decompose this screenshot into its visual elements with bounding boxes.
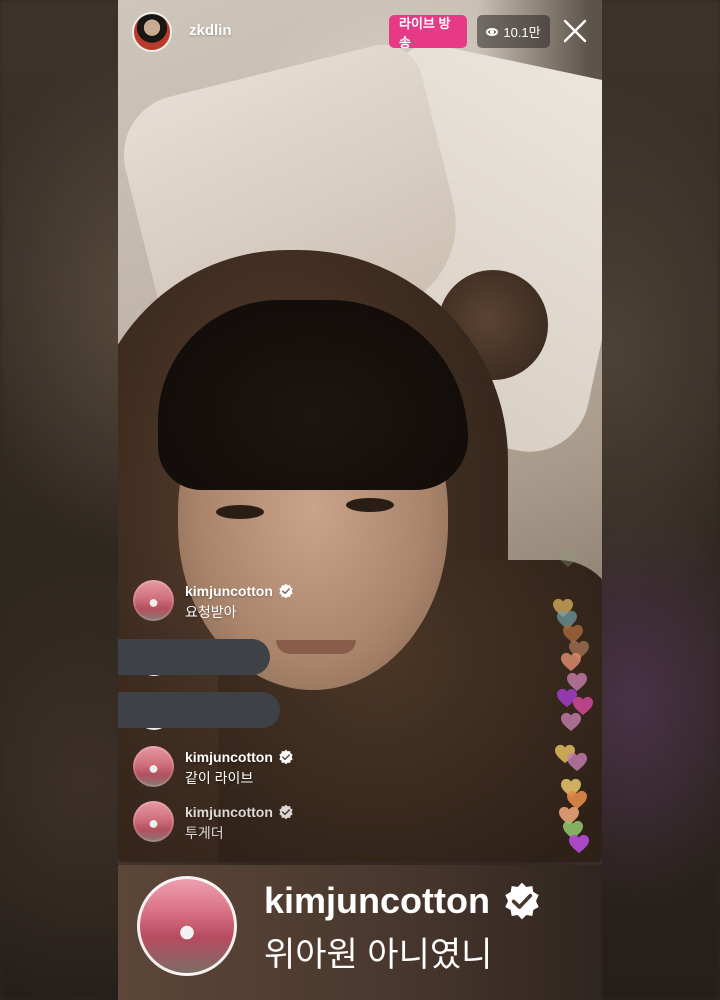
comment-item[interactable]: kimjuncotton 요청받아 [133, 580, 433, 624]
live-badge: 라이브 방송 [389, 15, 467, 50]
host-avatar[interactable] [132, 12, 172, 52]
comment-text: 투게더 [185, 825, 224, 841]
viewer-count: 10.1만 [503, 25, 541, 40]
eye-icon [486, 27, 499, 36]
redacted-comment [118, 639, 270, 675]
comment-username-row: kimjuncotton [185, 804, 294, 820]
heart-icon [561, 652, 581, 672]
avatar[interactable] [133, 580, 174, 621]
verified-badge-icon [279, 583, 293, 599]
comment-username: kimjuncotton [185, 749, 273, 765]
close-icon[interactable] [562, 18, 588, 44]
avatar[interactable] [133, 746, 174, 787]
banner-username-row: kimjuncotton [264, 880, 542, 922]
comment-item[interactable]: kimjuncotton 투게더 [133, 801, 433, 845]
comment-text: 같이 라이브 [185, 770, 254, 786]
backdrop-left [0, 0, 118, 1000]
comment-item[interactable]: kimjuncotton 같이 라이브 [133, 746, 433, 790]
comment-username: kimjuncotton [185, 583, 273, 599]
live-video[interactable] [118, 0, 602, 862]
backdrop-right [602, 0, 720, 1000]
viewer-count-pill[interactable]: 10.1만 [477, 15, 550, 48]
eye [216, 505, 264, 519]
comment-text: 요청받아 [185, 604, 237, 620]
verified-badge-icon [505, 882, 539, 920]
redacted-comment [118, 692, 280, 728]
heart-icon [558, 548, 578, 568]
comment-username-row: kimjuncotton [185, 583, 294, 599]
heart-icon [561, 712, 581, 732]
banner-comment-text: 위아원 아니였니 [264, 936, 493, 974]
avatar[interactable] [133, 801, 174, 842]
banner-username: kimjuncotton [264, 880, 490, 921]
host-username[interactable]: zkdlin [189, 22, 232, 39]
mouth [276, 640, 356, 654]
comment-username-row: kimjuncotton [185, 749, 294, 765]
heart-icon [569, 834, 589, 854]
eye [346, 498, 394, 512]
banner-avatar [137, 876, 237, 976]
comment-username: kimjuncotton [185, 804, 273, 820]
verified-badge-icon [279, 804, 293, 820]
verified-badge-icon [279, 749, 293, 765]
heart-icon [567, 752, 587, 772]
